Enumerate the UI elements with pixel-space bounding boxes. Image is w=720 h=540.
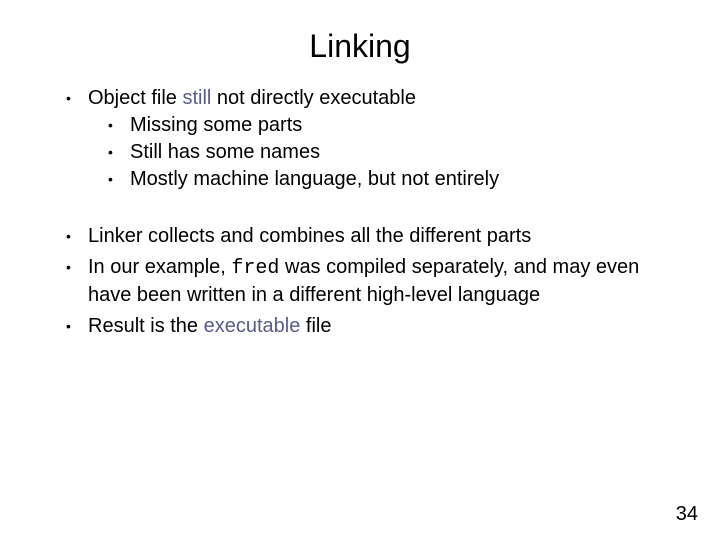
slide-title: Linking	[0, 0, 720, 85]
bullet-list: Object file still not directly executabl…	[60, 85, 680, 193]
bullet-item-3: In our example, fred was compiled separa…	[60, 254, 680, 309]
slide: Linking Object file still not directly e…	[0, 0, 720, 540]
text-fragment: file	[300, 315, 331, 337]
sub-bullet-item: Missing some parts	[102, 112, 680, 139]
text-fragment: not directly executable	[211, 87, 416, 109]
emphasis-text: still	[182, 87, 211, 109]
bullet-item-4: Result is the executable file	[60, 313, 680, 340]
sub-bullet-list: Missing some parts Still has some names …	[102, 112, 680, 193]
bullet-item-1: Object file still not directly executabl…	[60, 85, 680, 193]
bullet-item-2: Linker collects and combines all the dif…	[60, 223, 680, 250]
code-text: fred	[231, 257, 279, 280]
slide-body: Object file still not directly executabl…	[0, 85, 720, 340]
emphasis-text: executable	[204, 315, 301, 337]
sub-bullet-item: Still has some names	[102, 139, 680, 166]
text-fragment: Result is the	[88, 315, 204, 337]
text-fragment: In our example,	[88, 256, 231, 278]
text-fragment: Object file	[88, 87, 182, 109]
bullet-list: Linker collects and combines all the dif…	[60, 223, 680, 340]
sub-bullet-item: Mostly machine language, but not entirel…	[102, 166, 680, 193]
page-number: 34	[676, 503, 698, 526]
spacer	[60, 197, 680, 223]
